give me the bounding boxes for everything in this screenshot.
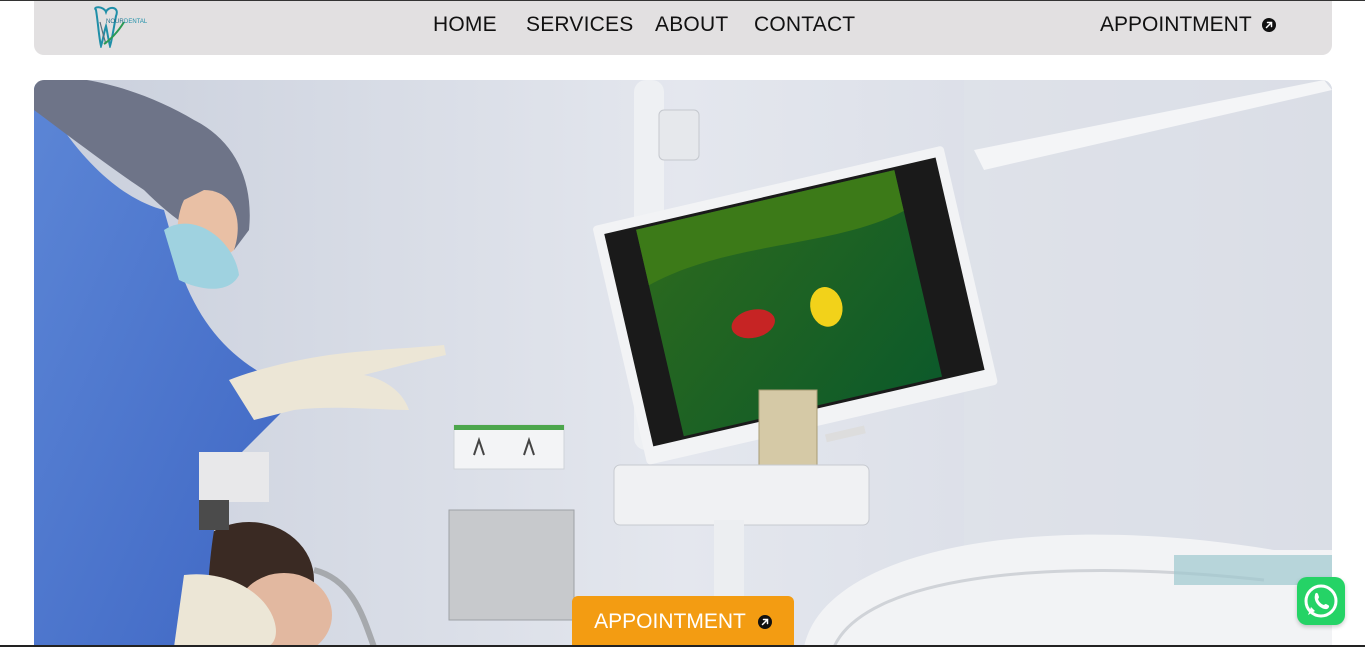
nav-services-link[interactable]: SERVICES — [526, 13, 633, 37]
page: NOUR DENTAL HOME SERVICES ABOUT CONTACT … — [0, 0, 1365, 647]
whatsapp-button[interactable] — [1297, 577, 1345, 625]
nav-appointment-label: APPOINTMENT — [1100, 13, 1252, 36]
nav-home-link[interactable]: HOME — [433, 13, 497, 37]
arrow-up-right-icon — [1261, 18, 1276, 32]
hero-banner — [34, 80, 1332, 647]
hero-photo — [34, 80, 1332, 647]
whatsapp-icon — [1304, 584, 1338, 618]
arrow-up-right-icon — [757, 614, 772, 629]
nav-appointment-button[interactable]: APPOINTMENT — [1100, 13, 1276, 37]
navbar: NOUR DENTAL HOME SERVICES ABOUT CONTACT … — [34, 1, 1332, 55]
nav-about-link[interactable]: ABOUT — [655, 13, 728, 37]
nav-contact-link[interactable]: CONTACT — [754, 13, 855, 37]
hero-appointment-label: APPOINTMENT — [594, 609, 746, 633]
hero-appointment-button[interactable]: APPOINTMENT — [572, 596, 794, 647]
